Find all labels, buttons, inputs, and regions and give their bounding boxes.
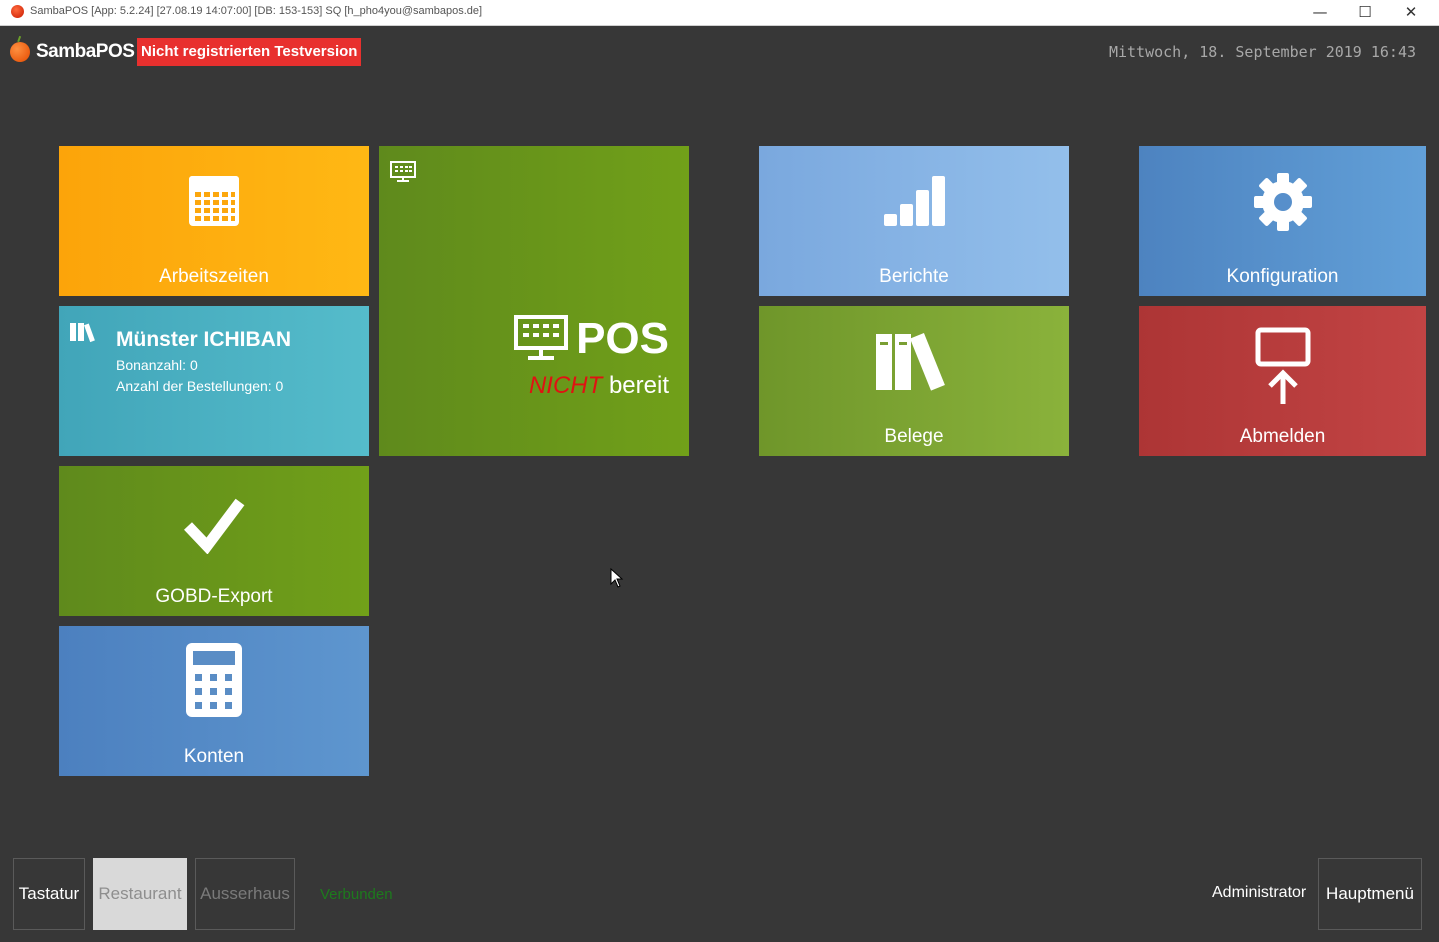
tile-label: Konfiguration: [1226, 266, 1339, 287]
tile-berichte[interactable]: Berichte: [759, 146, 1069, 296]
tile-gobd-export[interactable]: GOBD-Export: [59, 466, 369, 616]
restaurant-title: Münster ICHIBAN: [116, 328, 292, 351]
ausserhaus-button[interactable]: Ausserhaus: [195, 858, 295, 930]
connection-status: Verbunden: [320, 886, 393, 903]
tile-label: Abmelden: [1239, 426, 1326, 447]
hauptmenu-button[interactable]: Hauptmenü: [1318, 858, 1422, 930]
current-datetime: Mittwoch, 18. September 2019 16:43: [1108, 43, 1416, 61]
mouse-cursor-icon: [610, 567, 624, 592]
tile-abmelden[interactable]: Abmelden: [1139, 306, 1426, 456]
sambapos-logo: SambaPOS: [10, 38, 135, 66]
books-small-icon: [69, 321, 97, 347]
restaurant-bon-count: Bonanzahl: 0: [116, 357, 198, 373]
tile-label: Berichte: [879, 266, 949, 287]
pos-status: NICHT bereit: [529, 372, 669, 400]
restaurant-order-count: Anzahl der Bestellungen: 0: [116, 378, 284, 394]
tile-label: Arbeitszeiten: [159, 266, 269, 287]
minimize-button[interactable]: —: [1297, 0, 1343, 25]
tile-pos[interactable]: POS NICHT bereit: [379, 146, 689, 456]
logout-screen-icon: [1254, 326, 1312, 410]
trial-badge: Nicht registrierten Testversion: [137, 38, 362, 66]
current-user: Administrator: [1212, 884, 1307, 901]
books-icon: [874, 330, 954, 396]
tile-restaurant-info[interactable]: Münster ICHIBAN Bonanzahl: 0 Anzahl der …: [59, 306, 369, 456]
close-button[interactable]: ✕: [1388, 0, 1434, 25]
logo-text: SambaPOS: [36, 41, 135, 62]
pos-status-ready: bereit: [608, 372, 669, 399]
tile-label: Konten: [183, 746, 245, 767]
tile-label: Belege: [884, 426, 944, 447]
bar-chart-icon: [882, 174, 946, 232]
logo-ball-icon: [10, 42, 30, 62]
app-icon: [11, 5, 24, 18]
calendar-icon: [187, 174, 241, 232]
calculator-icon: [185, 642, 243, 722]
checkmark-icon: [183, 496, 245, 558]
tile-belege[interactable]: Belege: [759, 306, 1069, 456]
tile-konfiguration[interactable]: Konfiguration: [1139, 146, 1426, 296]
pos-terminal-small-icon: [390, 161, 416, 187]
tastatur-button[interactable]: Tastatur: [13, 858, 85, 930]
window-titlebar: SambaPOS [App: 5.2.24] [27.08.19 14:07:0…: [0, 0, 1439, 26]
window-title: SambaPOS [App: 5.2.24] [27.08.19 14:07:0…: [30, 5, 483, 17]
pos-status-not: NICHT: [528, 372, 603, 399]
pos-label: POS: [576, 314, 669, 363]
restaurant-button[interactable]: Restaurant: [93, 858, 187, 930]
gear-icon: [1253, 172, 1313, 236]
pos-terminal-icon: [514, 315, 569, 360]
pos-heading: POS: [514, 314, 669, 364]
tile-label: GOBD-Export: [155, 586, 273, 607]
tile-konten[interactable]: Konten: [59, 626, 369, 776]
tile-arbeitszeiten[interactable]: Arbeitszeiten: [59, 146, 369, 296]
maximize-button[interactable]: ☐: [1342, 0, 1388, 25]
